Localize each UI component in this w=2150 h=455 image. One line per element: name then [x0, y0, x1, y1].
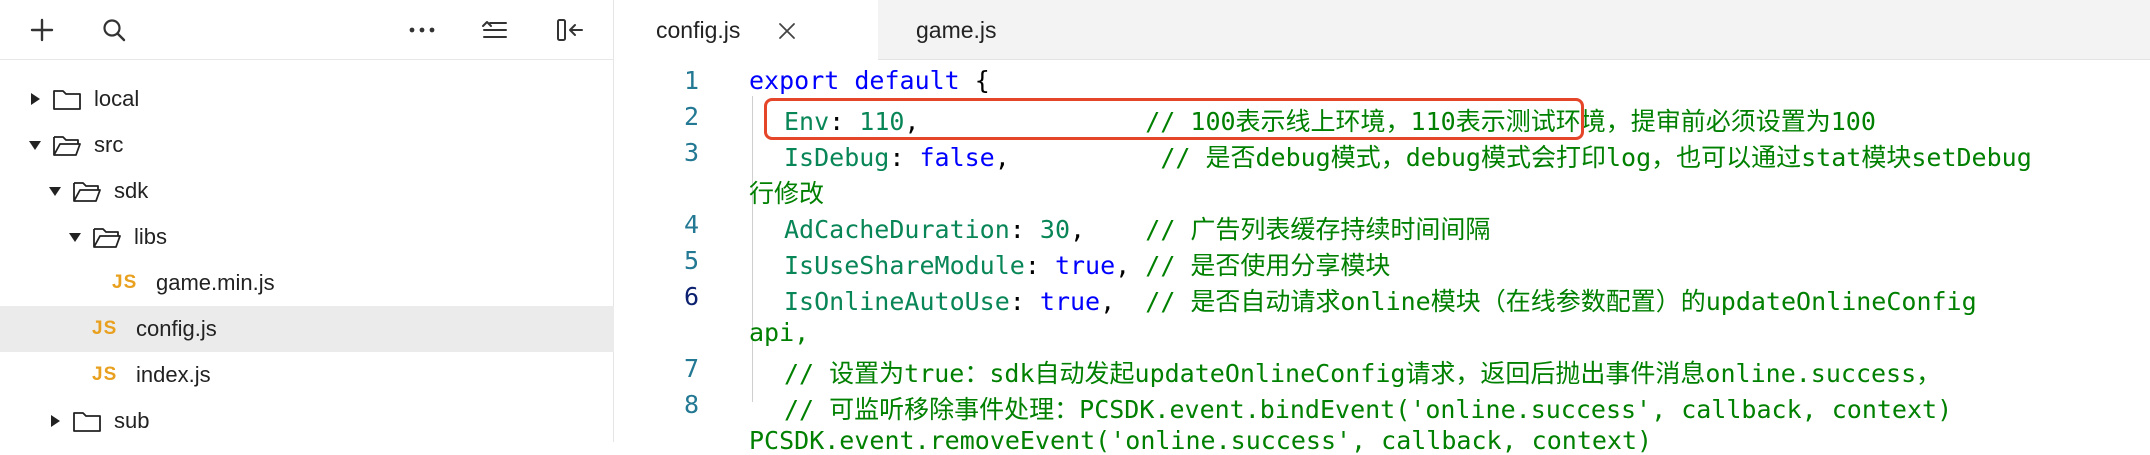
tab-game-js[interactable]: game.js: [916, 0, 997, 60]
indent-guide: [752, 96, 753, 402]
code-line: IsDebug: false, // 是否debug模式，debug模式会打印l…: [784, 143, 2032, 172]
tree-item-label: local: [94, 86, 140, 111]
line-number-current: 6: [683, 282, 699, 311]
code-editor: config.js game.js 1 2 3 4 5 6 7 8 export…: [614, 0, 2150, 455]
code-line: export default {: [749, 66, 990, 95]
javascript-file-icon: JS: [92, 318, 118, 339]
line-number: 7: [683, 354, 699, 383]
collapse-list-icon: [482, 21, 507, 38]
tree-item-index-js[interactable]: JS index.js: [0, 352, 705, 398]
tree-item-label: config.js: [136, 316, 217, 341]
line-number: 2: [683, 102, 699, 131]
folder-open-icon: [92, 224, 124, 250]
code-line: IsUseShareModule: true, // 是否使用分享模块: [784, 251, 1391, 280]
line-number: 8: [683, 390, 699, 419]
tree-item-label: libs: [134, 224, 168, 249]
tree-item-local[interactable]: local: [0, 76, 639, 122]
folder-open-icon: [72, 178, 104, 204]
chevron-down-icon: [26, 136, 44, 154]
tree-item-libs[interactable]: libs: [0, 214, 679, 260]
code-line: IsOnlineAutoUse: true, // 是否自动请求online模块…: [784, 287, 1977, 316]
code-line: Env: 110, // 100表示线上环境，110表示测试环境，提审前必须设置…: [784, 107, 1876, 136]
ellipsis-icon: [409, 27, 435, 33]
new-file-button[interactable]: [22, 12, 62, 48]
sidebar-collapse-icon: [557, 19, 583, 41]
file-explorer-sidebar: local src sdk libs JS game.min.js JS con…: [0, 0, 705, 442]
tree-item-label: index.js: [136, 362, 211, 387]
close-icon[interactable]: [776, 20, 798, 42]
tree-item-config-js[interactable]: JS config.js: [0, 306, 705, 352]
tree-item-label: sdk: [114, 178, 149, 203]
tab-config-js[interactable]: config.js: [614, 0, 878, 61]
tree-item-src[interactable]: src: [0, 122, 639, 168]
folder-icon: [72, 408, 104, 434]
chevron-right-icon: [46, 412, 64, 430]
code-line: AdCacheDuration: 30, // 广告列表缓存持续时间间隔: [784, 215, 1491, 244]
code-line: // 可监听移除事件处理：PCSDK.event.bindEvent('onli…: [784, 395, 1953, 424]
code-area[interactable]: 1 2 3 4 5 6 7 8 export default { Env: 11…: [614, 60, 2150, 455]
line-number: 3: [683, 138, 699, 167]
chevron-right-icon: [26, 90, 44, 108]
tab-label: game.js: [916, 16, 997, 43]
code-line-wrap: 行修改: [749, 179, 825, 208]
more-actions-button[interactable]: [402, 12, 442, 48]
tree-item-label: sub: [114, 408, 150, 433]
collapse-all-button[interactable]: [474, 12, 514, 48]
chevron-down-icon: [46, 182, 64, 200]
line-number: 1: [683, 66, 699, 95]
code-line-wrap: PCSDK.event.removeEvent('online.success'…: [749, 426, 1653, 455]
line-number: 4: [683, 210, 699, 239]
tree-item-sdk[interactable]: sdk: [0, 168, 659, 214]
code-line: // 设置为true：sdk自动发起updateOnlineConfig请求，返…: [784, 359, 1942, 388]
folder-open-icon: [52, 132, 84, 158]
editor-tab-bar: config.js game.js: [614, 0, 2150, 61]
toggle-panel-button[interactable]: [550, 12, 590, 48]
tree-item-label: game.min.js: [156, 270, 275, 295]
plus-icon: [30, 18, 54, 42]
chevron-down-icon: [66, 228, 84, 246]
tree-item-label: src: [94, 132, 124, 157]
folder-icon: [52, 86, 84, 112]
tab-label: config.js: [656, 17, 741, 43]
code-line-wrap: api,: [749, 318, 810, 347]
explorer-toolbar: [0, 0, 614, 60]
javascript-file-icon: JS: [92, 364, 118, 385]
search-button[interactable]: [94, 12, 134, 48]
search-icon: [103, 19, 126, 42]
javascript-file-icon: JS: [112, 272, 138, 293]
tree-item-sub[interactable]: sub: [0, 398, 659, 444]
line-number: 5: [683, 246, 699, 275]
